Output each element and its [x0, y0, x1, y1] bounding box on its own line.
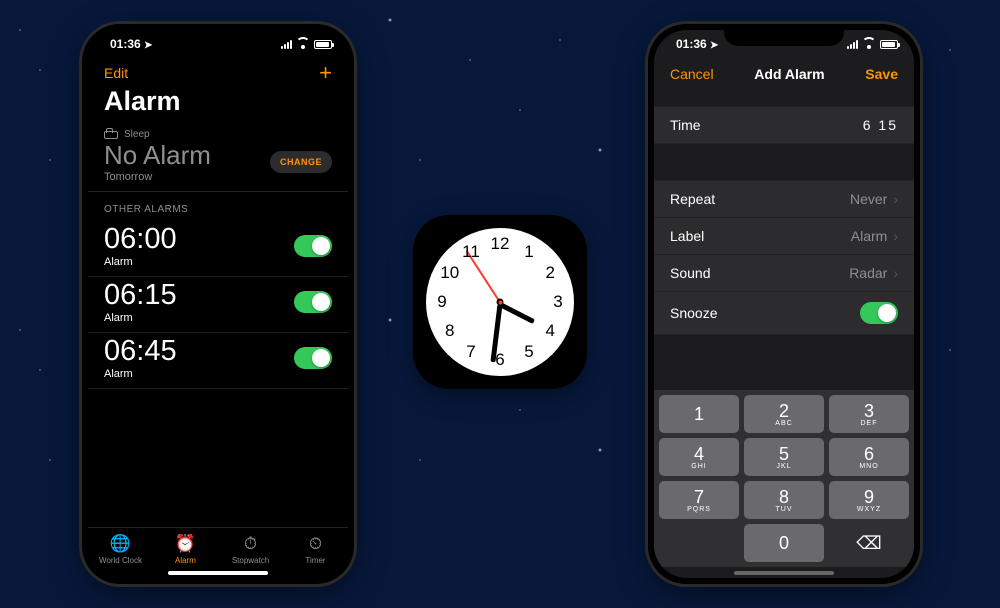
snooze-label: Snooze [670, 305, 717, 321]
tab-label: Alarm [175, 556, 196, 565]
tab-label: World Clock [99, 556, 142, 565]
snooze-cell: Snooze [654, 292, 914, 335]
wifi-icon [296, 39, 310, 49]
location-icon: ➤ [144, 40, 152, 51]
clock-app-icon: 12 12 3 45678 9 1011 [413, 215, 587, 389]
keypad-1[interactable]: 1 [659, 395, 739, 433]
tab-label: Stopwatch [232, 556, 269, 565]
cancel-button[interactable]: Cancel [670, 66, 714, 82]
save-button[interactable]: Save [865, 66, 898, 82]
tab-label: Timer [305, 556, 325, 565]
repeat-cell[interactable]: Repeat Never › [654, 180, 914, 218]
alarm-toggle[interactable] [294, 291, 332, 313]
chevron-right-icon: › [893, 265, 898, 281]
alarm-time: 06:45 [104, 335, 177, 368]
keypad-5[interactable]: 5JKL [744, 438, 824, 476]
home-indicator[interactable] [734, 571, 834, 575]
repeat-value: Never [850, 191, 887, 207]
time-label: Time [670, 117, 701, 133]
status-time: 01:36 [110, 37, 141, 51]
location-icon: ➤ [710, 40, 718, 51]
clock-face: 12 12 3 45678 9 1011 [426, 228, 574, 376]
alarm-row[interactable]: 06:00Alarm [88, 221, 348, 277]
alarm-time: 06:00 [104, 223, 177, 256]
phone-add-alarm: 01:36 ➤ Cancel Add Alarm Save Time 6 15 [648, 24, 920, 584]
label-cell[interactable]: Label Alarm › [654, 218, 914, 255]
keypad-9[interactable]: 9WXYZ [829, 481, 909, 519]
wifi-icon [862, 39, 876, 49]
timer-icon: ⏲ [305, 534, 327, 554]
keypad-delete[interactable]: ⌫ [829, 524, 909, 562]
snooze-toggle[interactable] [860, 302, 898, 324]
clock-number: 12 [491, 234, 510, 254]
notch [724, 24, 844, 46]
keypad-2[interactable]: 2ABC [744, 395, 824, 433]
sleep-section-label: Sleep [124, 129, 150, 140]
keypad-4[interactable]: 4GHI [659, 438, 739, 476]
sound-label: Sound [670, 265, 710, 281]
notch [158, 24, 278, 46]
alarm-row[interactable]: 06:15Alarm [88, 277, 348, 333]
label-label: Label [670, 228, 704, 244]
clock-number: 8 [445, 321, 454, 341]
phone-alarm-list: 01:36 ➤ Edit + Alarm Sleep No Alarm Tom [82, 24, 354, 584]
tab-timer[interactable]: ⏲ Timer [283, 534, 348, 565]
clock-number: 3 [553, 292, 562, 312]
clock-number: 5 [524, 342, 533, 362]
alarm-toggle[interactable] [294, 235, 332, 257]
clock-number: 7 [466, 342, 475, 362]
clock-pin [497, 299, 504, 306]
no-alarm-text: No Alarm [104, 140, 211, 171]
hour-hand [499, 302, 535, 324]
keypad-7[interactable]: 7PQRS [659, 481, 739, 519]
alarm-row[interactable]: 06:45Alarm [88, 333, 348, 389]
chevron-right-icon: › [893, 228, 898, 244]
change-button[interactable]: CHANGE [270, 151, 332, 173]
modal-title: Add Alarm [754, 66, 824, 82]
keypad-3[interactable]: 3DEF [829, 395, 909, 433]
clock-number: 1 [524, 242, 533, 262]
battery-icon [880, 40, 898, 49]
repeat-label: Repeat [670, 191, 715, 207]
clock-number: 2 [545, 263, 554, 283]
clock-number: 10 [440, 263, 459, 283]
sound-value: Radar [849, 265, 887, 281]
page-title: Alarm [88, 84, 348, 125]
home-indicator[interactable] [168, 571, 268, 575]
alarm-toggle[interactable] [294, 347, 332, 369]
clock-number: 4 [545, 321, 554, 341]
signal-icon [847, 40, 858, 49]
clock-number: 11 [462, 242, 480, 262]
battery-icon [314, 40, 332, 49]
clock-number: 6 [495, 350, 504, 370]
globe-icon: 🌐 [110, 534, 132, 554]
add-alarm-button[interactable]: + [319, 62, 332, 84]
edit-button[interactable]: Edit [104, 65, 128, 81]
status-time: 01:36 [676, 37, 707, 51]
tab-world-clock[interactable]: 🌐 World Clock [88, 534, 153, 565]
clock-number: 9 [437, 292, 446, 312]
alarm-label: Alarm [104, 256, 177, 268]
keypad-6[interactable]: 6MNO [829, 438, 909, 476]
tab-alarm[interactable]: ⏰ Alarm [153, 534, 218, 565]
sound-cell[interactable]: Sound Radar › [654, 255, 914, 292]
keypad-0[interactable]: 0 [744, 524, 824, 562]
no-alarm-sub: Tomorrow [104, 171, 211, 183]
keypad-8[interactable]: 8TUV [744, 481, 824, 519]
tab-stopwatch[interactable]: ⏱ Stopwatch [218, 534, 283, 565]
alarm-time: 06:15 [104, 279, 177, 312]
alarm-label: Alarm [104, 368, 177, 380]
bed-icon [104, 131, 118, 139]
label-value: Alarm [851, 228, 888, 244]
numeric-keypad: 12ABC3DEF 4GHI5JKL6MNO 7PQRS8TUV9WXYZ0⌫ [654, 390, 914, 567]
time-cell[interactable]: Time 6 15 [654, 106, 914, 144]
signal-icon [281, 40, 292, 49]
chevron-right-icon: › [893, 191, 898, 207]
keypad-blank [659, 524, 739, 562]
alarm-label: Alarm [104, 312, 177, 324]
stopwatch-icon: ⏱ [240, 534, 262, 554]
alarm-icon: ⏰ [175, 534, 197, 554]
other-alarms-header: OTHER ALARMS [88, 192, 348, 221]
time-value: 6 15 [863, 117, 898, 133]
